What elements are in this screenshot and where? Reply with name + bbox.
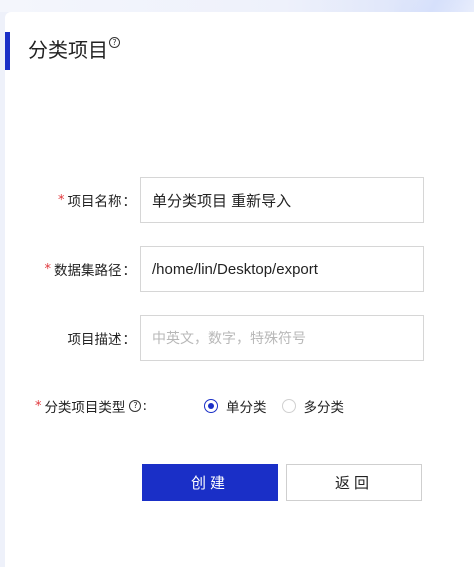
label-colon: : xyxy=(142,398,147,414)
form-panel: 分类项目 ? * 项目名称 ： 单分类项目 重新导入 * 数据集路径 ： /ho… xyxy=(5,12,474,567)
radio-option-multi[interactable]: 多分类 xyxy=(281,396,345,416)
page-title: 分类项目 ? xyxy=(28,34,120,63)
back-button[interactable]: 返回 xyxy=(286,464,422,501)
project-name-label-text: 项目名称 xyxy=(67,194,122,210)
page-title-text: 分类项目 xyxy=(28,38,108,62)
project-type-label: * 分类项目类型 ? : xyxy=(35,396,147,416)
project-name-label: * 项目名称 ： xyxy=(58,190,137,211)
label-colon: ： xyxy=(122,332,137,348)
radio-checked-icon[interactable] xyxy=(204,399,218,413)
label-colon: ： xyxy=(122,194,137,210)
dataset-path-label: * 数据集路径 ： xyxy=(44,259,137,280)
project-type-row: * 分类项目类型 ? : 单分类 多分类 xyxy=(5,394,474,418)
radio-label-multi: 多分类 xyxy=(303,400,345,416)
required-mark: * xyxy=(58,192,65,208)
project-name-input[interactable]: 单分类项目 重新导入 xyxy=(140,177,424,223)
background-highlight xyxy=(394,0,474,12)
radio-unchecked-icon[interactable] xyxy=(281,399,296,413)
project-type-label-text: 分类项目类型 xyxy=(44,400,126,416)
dataset-path-label-text: 数据集路径 xyxy=(54,263,122,279)
description-input[interactable]: 中英文，数字，特殊符号 xyxy=(140,315,424,361)
title-accent-bar xyxy=(5,32,10,70)
radio-label-single: 单分类 xyxy=(226,400,267,416)
dataset-path-row: * 数据集路径 ： /home/lin/Desktop/export xyxy=(5,246,474,292)
help-icon[interactable]: ? xyxy=(109,37,120,48)
project-type-radio-group: 单分类 多分类 xyxy=(204,396,359,416)
help-icon[interactable]: ? xyxy=(129,400,142,412)
description-label: 项目描述 ： xyxy=(68,328,137,348)
create-button[interactable]: 创建 xyxy=(142,464,278,501)
label-colon: ： xyxy=(122,263,137,279)
radio-option-single[interactable]: 单分类 xyxy=(204,396,267,416)
required-mark: * xyxy=(34,398,42,414)
project-name-row: * 项目名称 ： 单分类项目 重新导入 xyxy=(5,177,474,223)
description-row: 项目描述 ： 中英文，数字，特殊符号 xyxy=(5,315,474,361)
dataset-path-input[interactable]: /home/lin/Desktop/export xyxy=(140,246,424,292)
description-label-text: 项目描述 xyxy=(67,332,122,348)
required-mark: * xyxy=(44,261,52,277)
